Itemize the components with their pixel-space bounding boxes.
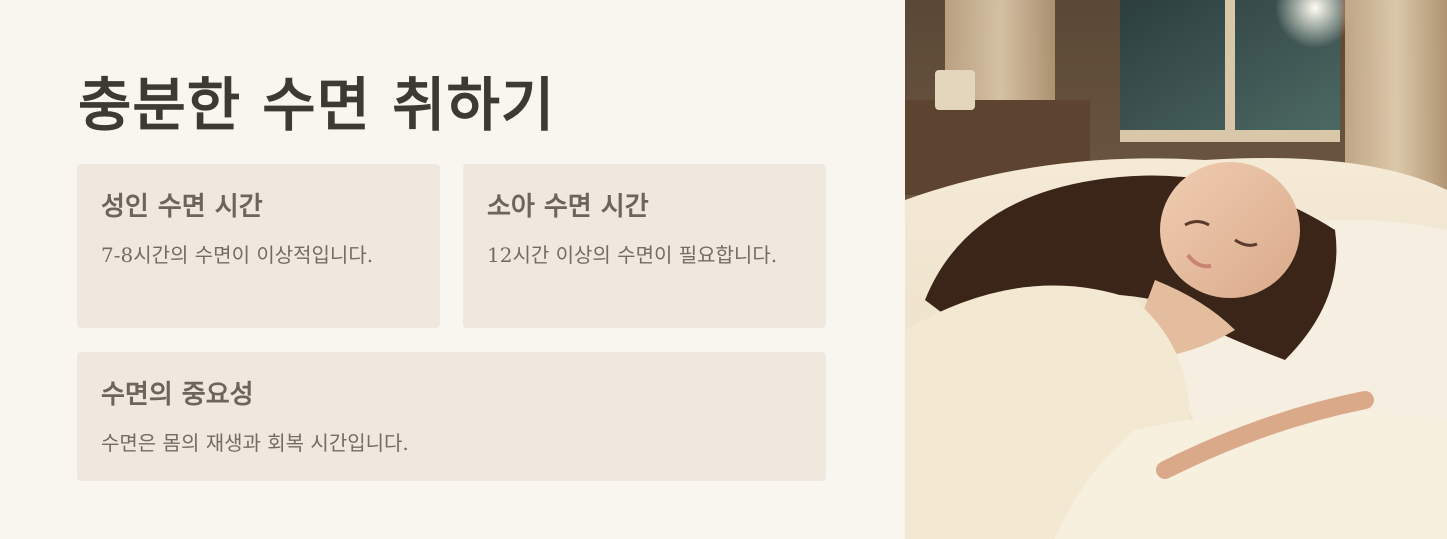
sleeping-woman-photo: [905, 0, 1447, 539]
card-body: 7-8시간의 수면이 이상적입니다.: [101, 243, 374, 267]
content-panel: 충분한 수면 취하기 성인 수면 시간 7-8시간의 수면이 이상적입니다. 소…: [0, 0, 905, 539]
card-body: 12시간 이상의 수면이 필요합니다.: [487, 243, 778, 267]
card-child-sleep: 소아 수면 시간 12시간 이상의 수면이 필요합니다.: [463, 164, 826, 328]
card-title: 소아 수면 시간: [487, 192, 649, 222]
card-sleep-importance: 수면의 중요성 수면은 몸의 재생과 회복 시간입니다.: [77, 352, 826, 481]
card-adult-sleep: 성인 수면 시간 7-8시간의 수면이 이상적입니다.: [77, 164, 440, 328]
photo-illustration: [905, 0, 1447, 539]
card-title: 수면의 중요성: [101, 380, 254, 410]
card-title: 성인 수면 시간: [101, 192, 263, 222]
page-title: 충분한 수면 취하기: [78, 71, 556, 139]
card-body: 수면은 몸의 재생과 회복 시간입니다.: [101, 431, 409, 455]
